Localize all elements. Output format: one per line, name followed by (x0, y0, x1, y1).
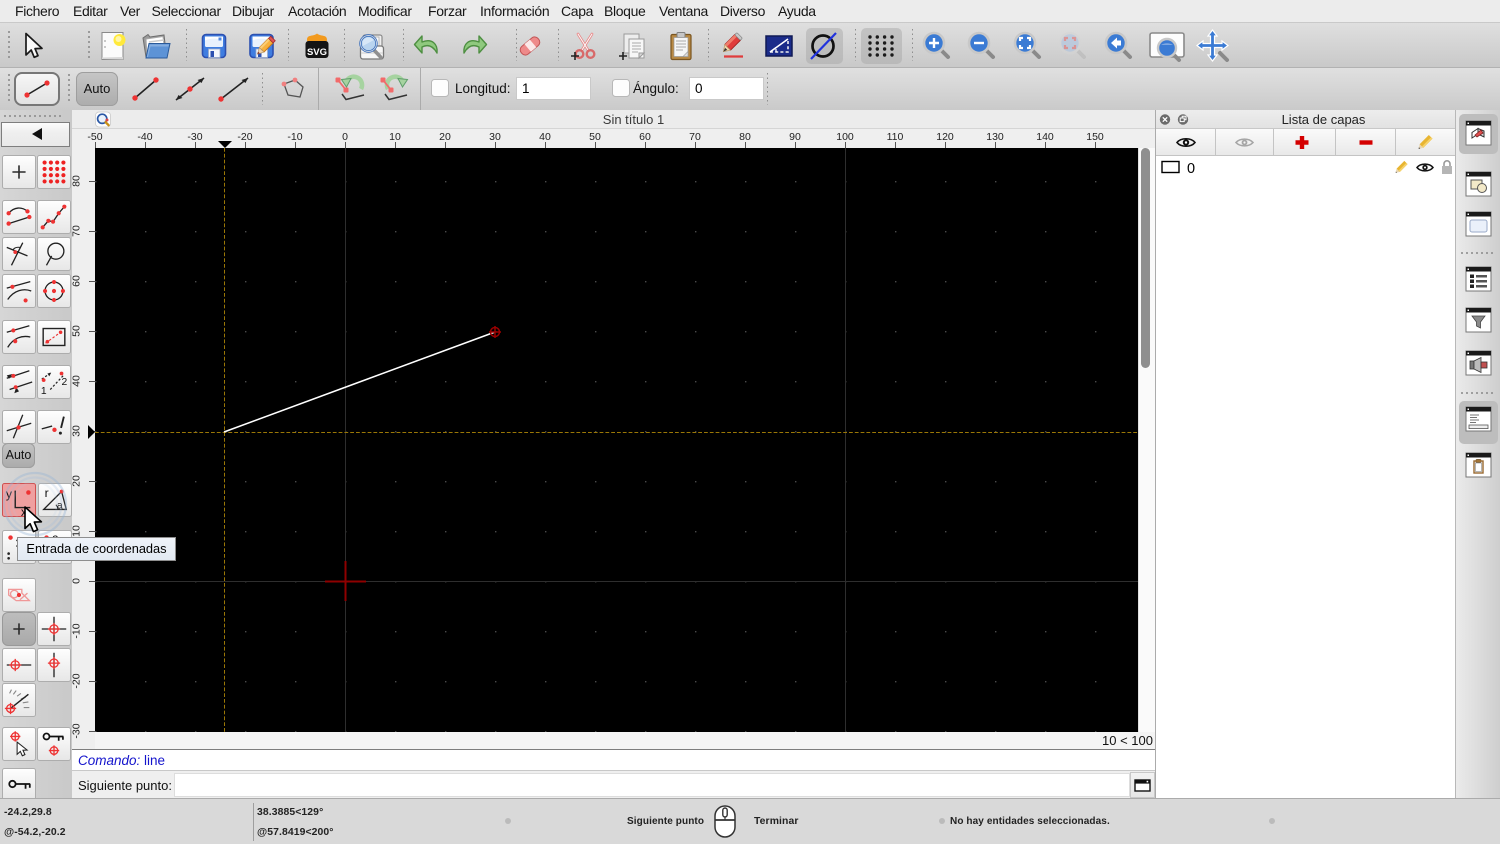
svg-text:40: 40 (72, 375, 83, 387)
svg-text:150: 150 (1086, 131, 1104, 143)
svg-text:60: 60 (639, 131, 651, 143)
svg-text:120: 120 (936, 131, 954, 143)
svg-text:-40: -40 (137, 131, 152, 143)
svg-text:140: 140 (1036, 131, 1054, 143)
svg-text:y: y (6, 487, 13, 501)
svg-text:130: 130 (986, 131, 1004, 143)
svg-text:110: 110 (887, 131, 904, 143)
svg-text:-20: -20 (237, 131, 252, 143)
svg-text:-10: -10 (287, 131, 302, 143)
svg-text:-10: -10 (72, 623, 83, 638)
svg-text:r: r (45, 486, 49, 500)
svg-text:0: 0 (1187, 161, 1195, 177)
svg-text:30: 30 (489, 131, 501, 143)
svg-text:30: 30 (72, 425, 83, 437)
svg-text:80: 80 (739, 131, 751, 143)
svg-text:60: 60 (72, 275, 83, 287)
svg-text:40: 40 (539, 131, 551, 143)
svg-text:0: 0 (72, 578, 83, 584)
svg-text:70: 70 (72, 225, 83, 237)
svg-text:50: 50 (589, 131, 601, 143)
svg-text:70: 70 (689, 131, 701, 143)
svg-text:10: 10 (72, 525, 83, 537)
svg-text:10: 10 (389, 131, 401, 143)
svg-text:100: 100 (836, 131, 854, 143)
svg-text:90: 90 (789, 131, 801, 143)
svg-text:20: 20 (72, 475, 83, 487)
svg-text:2: 2 (62, 377, 68, 388)
svg-text:SVG: SVG (307, 47, 327, 58)
svg-text:-30: -30 (187, 131, 202, 143)
svg-text:-20: -20 (72, 673, 83, 688)
svg-text:50: 50 (72, 325, 83, 337)
svg-text:a: a (57, 500, 63, 511)
svg-text:20: 20 (439, 131, 451, 143)
svg-text:1: 1 (41, 386, 47, 397)
svg-text:-30: -30 (72, 723, 83, 738)
svg-text:0: 0 (342, 131, 348, 143)
svg-text:-50: -50 (87, 131, 102, 143)
svg-text:80: 80 (72, 175, 83, 187)
